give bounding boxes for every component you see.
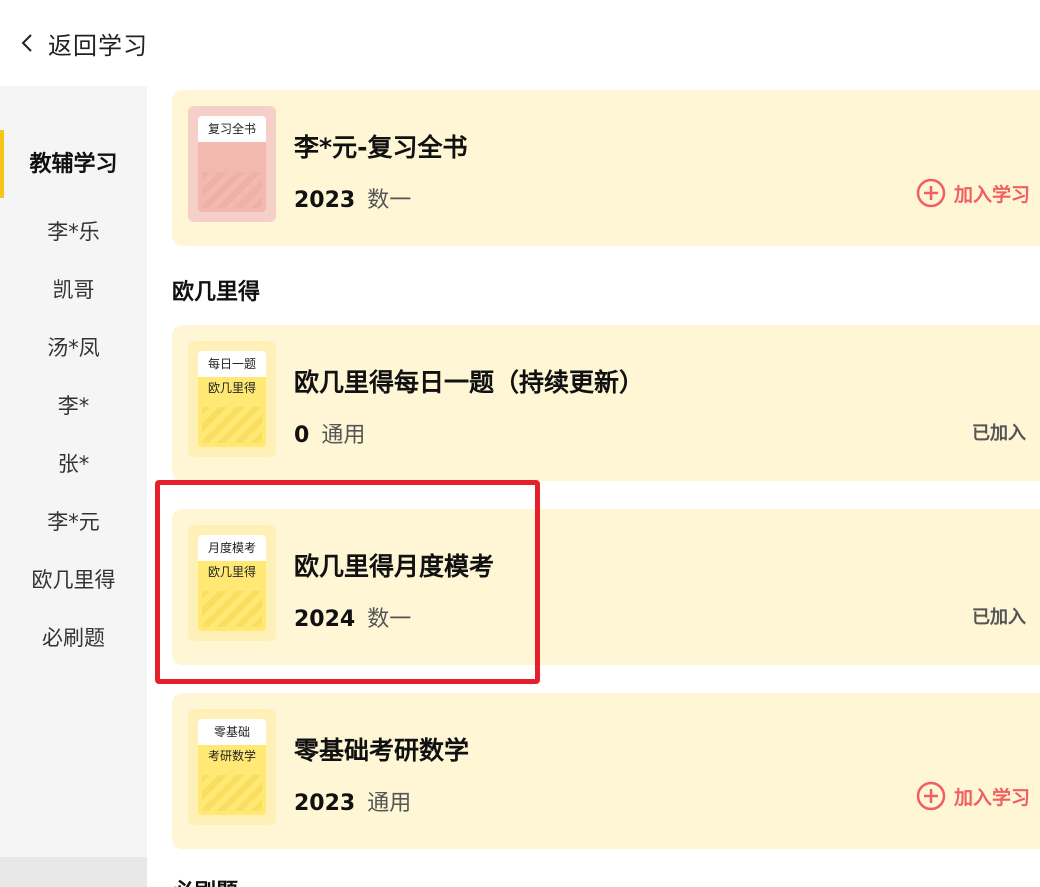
book-card[interactable]: 每日一题 欧几里得 欧几里得每日一题（持续更新） 0 通用 已加入 [172, 325, 1040, 481]
book-cover: 月度模考 欧几里得 [188, 525, 276, 641]
book-title: 零基础考研数学 [294, 736, 470, 765]
cover-subtitle: 欧几里得 [207, 381, 256, 395]
cover-title: 复习全书 [198, 116, 266, 142]
sidebar: 教辅学习 李*乐 凯哥 汤*凤 李* 张* 李*元 欧几里得 必刷题 [0, 86, 147, 887]
book-title: 欧几里得月度模考 [294, 552, 495, 581]
section-title: 必刷题 [172, 874, 238, 887]
cover-title: 零基础 [198, 719, 266, 745]
book-meta: 2023 数一 [294, 182, 411, 214]
book-title: 李*元-复习全书 [294, 133, 468, 162]
cover-decoration [202, 407, 262, 443]
sidebar-item[interactable]: 李*元 [0, 506, 147, 536]
section-title: 欧几里得 [172, 280, 261, 305]
book-cover: 复习全书 [188, 106, 276, 222]
cover-decoration [202, 775, 262, 811]
add-to-study-button[interactable]: 加入学习 [916, 178, 1030, 208]
sidebar-item[interactable]: 凯哥 [0, 274, 147, 304]
book-card[interactable]: 零基础 考研数学 零基础考研数学 2023 通用 加入学习 [172, 693, 1040, 849]
cover-subtitle: 考研数学 [207, 749, 256, 763]
cover-title: 月度模考 [198, 535, 266, 561]
book-year: 2024 [294, 607, 356, 632]
top-bar: 返回学习 [0, 0, 1040, 86]
add-to-study-label: 加入学习 [953, 786, 1030, 809]
add-to-study-button[interactable]: 加入学习 [916, 781, 1030, 811]
back-label: 返回学习 [48, 31, 148, 60]
plus-circle-icon [916, 178, 946, 208]
book-year: 0 [294, 423, 310, 448]
sidebar-footer [0, 857, 147, 887]
book-meta: 2024 数一 [294, 601, 411, 633]
book-subject: 数一 [367, 607, 412, 632]
cover-subtitle: 欧几里得 [207, 565, 256, 579]
sidebar-item[interactable]: 张* [0, 448, 147, 478]
cover-decoration [202, 591, 262, 627]
book-title: 欧几里得每日一题（持续更新） [294, 368, 645, 397]
book-meta: 2023 通用 [294, 785, 411, 817]
sidebar-item[interactable]: 汤*凤 [0, 332, 147, 362]
book-year: 2023 [294, 188, 356, 213]
joined-status: 已加入 [972, 607, 1026, 628]
back-button[interactable]: 返回学习 [16, 26, 148, 61]
book-card[interactable]: 月度模考 欧几里得 欧几里得月度模考 2024 数一 已加入 [172, 509, 1040, 665]
cover-title: 每日一题 [198, 351, 266, 377]
book-subject: 数一 [367, 188, 412, 213]
book-meta: 0 通用 [294, 417, 365, 449]
joined-status: 已加入 [972, 423, 1026, 444]
sidebar-item[interactable]: 李*乐 [0, 216, 147, 246]
content-list[interactable]: 复习全书 李*元-复习全书 2023 数一 加入学习 欧几里得 每日一题 欧几里得 [147, 86, 1040, 887]
chevron-left-icon [21, 34, 32, 52]
add-to-study-label: 加入学习 [953, 183, 1030, 206]
book-year: 2023 [294, 791, 356, 816]
sidebar-item[interactable]: 必刷题 [0, 622, 147, 652]
cover-decoration [202, 172, 262, 208]
book-card[interactable]: 复习全书 李*元-复习全书 2023 数一 加入学习 [172, 90, 1040, 246]
plus-circle-icon [916, 781, 946, 811]
book-cover: 零基础 考研数学 [188, 709, 276, 825]
book-subject: 通用 [321, 423, 366, 448]
sidebar-item[interactable]: 欧几里得 [0, 564, 147, 594]
sidebar-item[interactable]: 李* [0, 390, 147, 420]
book-cover: 每日一题 欧几里得 [188, 341, 276, 457]
book-subject: 通用 [367, 791, 412, 816]
sidebar-item-active[interactable]: 教辅学习 [0, 146, 147, 178]
